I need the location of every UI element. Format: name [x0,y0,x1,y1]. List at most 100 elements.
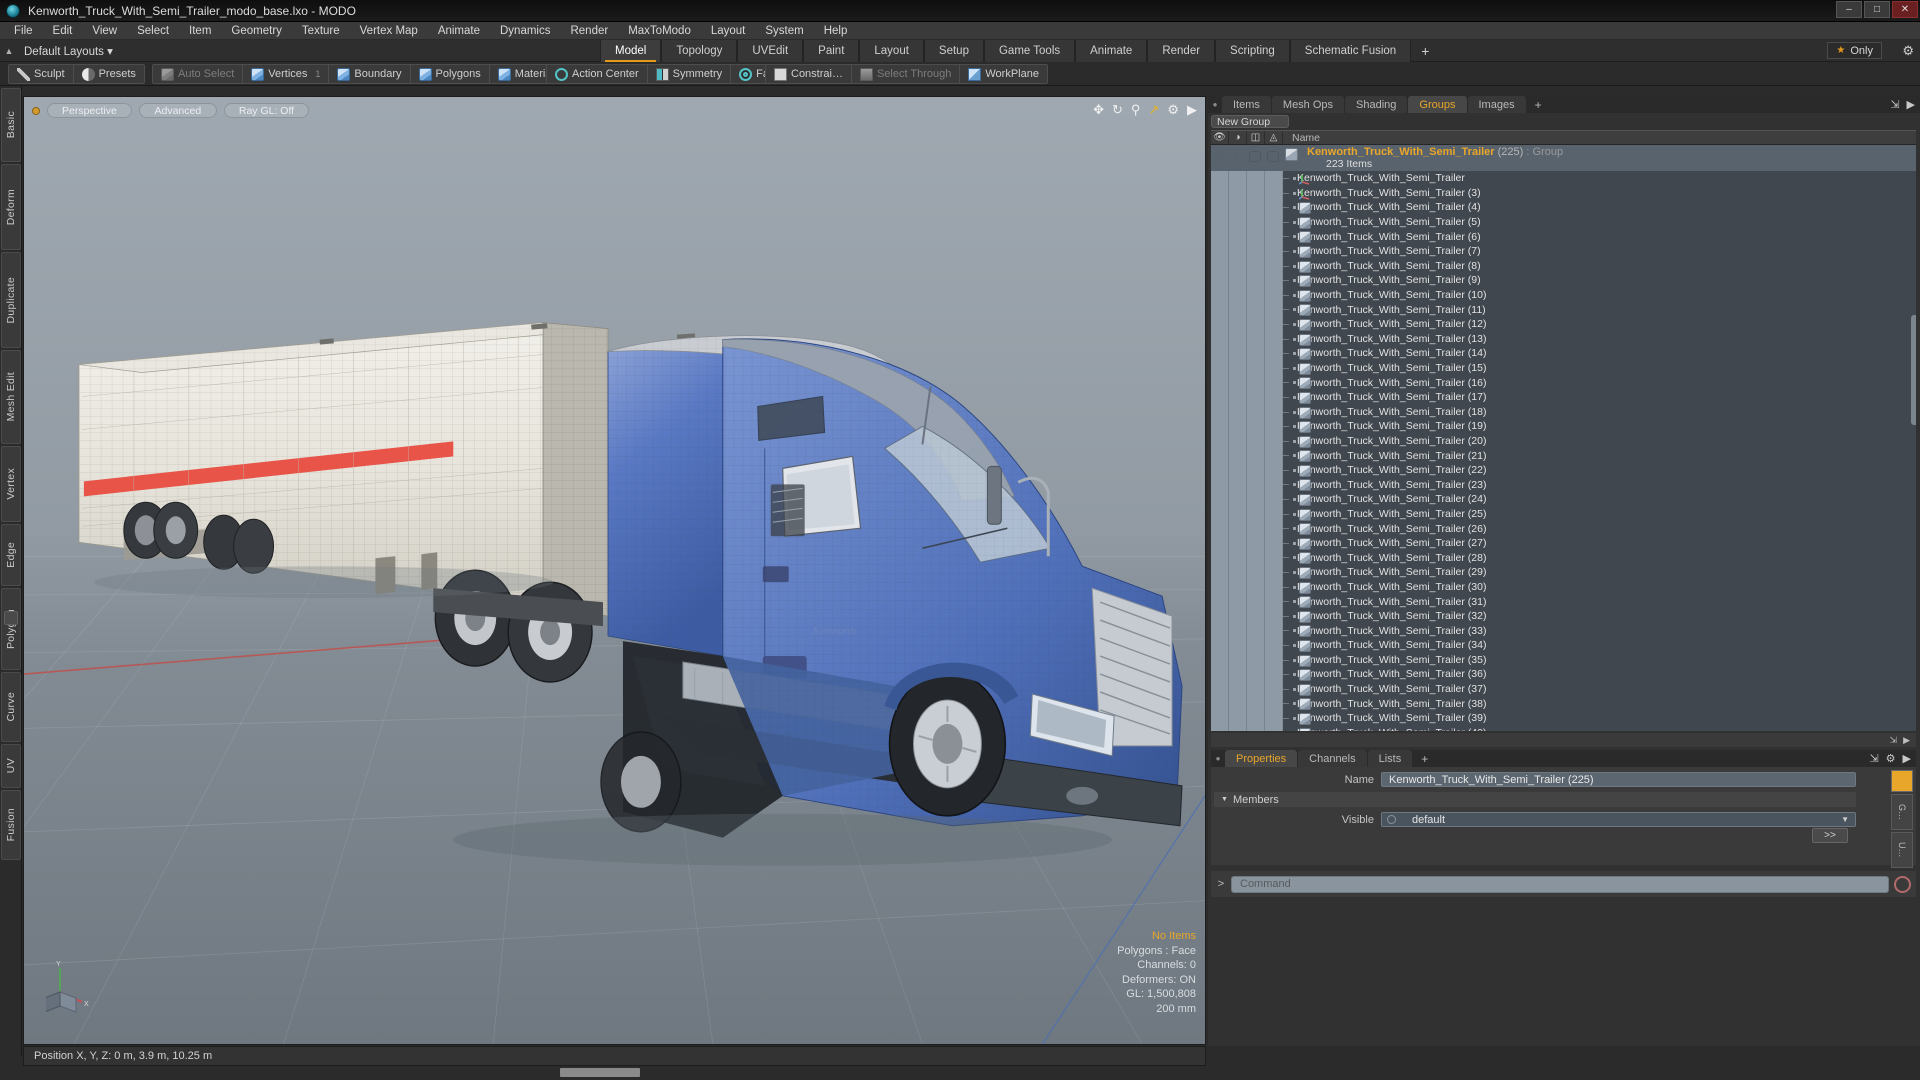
tree-item-row[interactable]: Kenworth_Truck_With_Semi_Trailer (8) [1211,259,1916,274]
presets-button[interactable]: Presets [73,65,144,83]
tree-item-row[interactable]: Kenworth_Truck_With_Semi_Trailer (20) [1211,434,1916,449]
eye-icon[interactable]: 👁 [1211,131,1229,144]
tab-animate[interactable]: Animate [1075,40,1148,62]
menu-item-texture[interactable]: Texture [292,22,350,40]
tree-item-row[interactable]: Kenworth_Truck_With_Semi_Trailer (37) [1211,682,1916,697]
tab-shading[interactable]: Shading [1345,96,1408,113]
tree-item-row[interactable]: Kenworth_Truck_With_Semi_Trailer (15) [1211,361,1916,376]
tab-items[interactable]: Items [1222,96,1271,113]
cube-shade-toggle[interactable] [1267,151,1279,162]
tree-item-row[interactable]: Kenworth_Truck_With_Semi_Trailer (25) [1211,507,1916,522]
left-tab-basic[interactable]: Basic [1,88,21,162]
menu-item-render[interactable]: Render [560,22,618,40]
gear-icon[interactable]: ⚙ [1902,43,1914,59]
menu-item-item[interactable]: Item [179,22,221,40]
render-icon[interactable]: ◑ [1233,151,1239,162]
add-panel-tab-button[interactable]: + [1527,96,1550,113]
symmetry-button[interactable]: Symmetry [647,65,732,83]
tree-group-row[interactable]: 👁 ◑ Kenworth_Truck_With_Semi_Trailer (22… [1211,145,1916,171]
left-tab-handle[interactable] [4,611,18,625]
polygons-button[interactable]: Polygons [410,65,490,83]
workplane-button[interactable]: WorkPlane [960,65,1047,83]
action-center-button[interactable]: Action Center [547,65,648,83]
tree-item-row[interactable]: Kenworth_Truck_With_Semi_Trailer (30) [1211,580,1916,595]
vertices-button[interactable]: Vertices 1 [243,65,330,83]
tree-item-row[interactable]: Kenworth_Truck_With_Semi_Trailer (10) [1211,288,1916,303]
left-tab-duplicate[interactable]: Duplicate [1,252,21,348]
left-tab-edge[interactable]: Edge [1,524,21,586]
left-tab-uv[interactable]: UV [1,744,21,788]
tree-item-row[interactable]: Kenworth_Truck_With_Semi_Trailer (19) [1211,419,1916,434]
maximize-button[interactable]: □ [1864,1,1890,18]
tree-item-row[interactable]: Kenworth_Truck_With_Semi_Trailer (4) [1211,200,1916,215]
menu-item-animate[interactable]: Animate [428,22,490,40]
side-tab-u[interactable]: U… [1891,832,1913,868]
arrow-right-icon[interactable]: ▶ [1903,735,1910,746]
tab-schematic-fusion[interactable]: Schematic Fusion [1289,40,1412,62]
tree-item-row[interactable]: Kenworth_Truck_With_Semi_Trailer (39) [1211,711,1916,726]
arrow-right-icon[interactable]: ▶ [1903,752,1911,765]
cube-wire-icon[interactable]: ◫ [1247,131,1265,144]
tree-item-row[interactable]: Kenworth_Truck_With_Semi_Trailer (22) [1211,463,1916,478]
menu-item-system[interactable]: System [755,22,813,40]
tree-item-row[interactable]: Kenworth_Truck_With_Semi_Trailer (14) [1211,346,1916,361]
group-color-swatch[interactable] [1891,770,1913,792]
tab-lists[interactable]: Lists [1367,750,1413,767]
viewport-perspective-button[interactable]: Perspective [47,103,132,118]
zoom-icon[interactable]: ⚲ [1131,102,1141,118]
left-tab-polygon[interactable]: Polygon [1,588,21,670]
tree-item-row[interactable]: Kenworth_Truck_With_Semi_Trailer (12) [1211,317,1916,332]
cube-shade-icon[interactable]: ◬ [1265,131,1283,144]
tree-item-row[interactable]: Kenworth_Truck_With_Semi_Trailer (27) [1211,536,1916,551]
tab-scripting[interactable]: Scripting [1215,40,1290,62]
name-field[interactable]: Kenworth_Truck_With_Semi_Trailer (225) [1381,772,1856,787]
viewport-advanced-button[interactable]: Advanced [138,103,217,118]
cube-wire-toggle[interactable] [1249,151,1261,162]
close-button[interactable]: ✕ [1892,1,1918,18]
tree-item-row[interactable]: Kenworth_Truck_With_Semi_Trailer (24) [1211,492,1916,507]
tree-item-row[interactable]: Kenworth_Truck_With_Semi_Trailer (31) [1211,594,1916,609]
tree-item-row[interactable]: Kenworth_Truck_With_Semi_Trailer (17) [1211,390,1916,405]
item-tree[interactable]: 👁 ◑ Kenworth_Truck_With_Semi_Trailer (22… [1211,145,1916,731]
tree-item-row[interactable]: Kenworth_Truck_With_Semi_Trailer (3) [1211,186,1916,201]
tab-layout[interactable]: Layout [859,40,924,62]
tree-item-row[interactable]: Kenworth_Truck_With_Semi_Trailer (36) [1211,667,1916,682]
select-through-button[interactable]: Select Through [851,65,961,83]
default-layouts-dropdown[interactable]: Default Layouts ▾ [18,44,113,58]
tree-item-row[interactable]: Kenworth_Truck_With_Semi_Trailer (7) [1211,244,1916,259]
add-properties-tab-button[interactable]: + [1413,750,1436,767]
tab-channels[interactable]: Channels [1298,750,1367,767]
visible-dropdown[interactable]: default ▼ [1381,812,1856,827]
menu-item-edit[interactable]: Edit [43,22,83,40]
tab-uvedit[interactable]: UVEdit [737,40,804,62]
menu-item-dynamics[interactable]: Dynamics [490,22,560,40]
tree-item-row[interactable]: Kenworth_Truck_With_Semi_Trailer (38) [1211,696,1916,711]
tree-item-row[interactable]: Kenworth_Truck_With_Semi_Trailer (21) [1211,448,1916,463]
tree-item-row[interactable]: Kenworth_Truck_With_Semi_Trailer (11) [1211,302,1916,317]
tree-item-row[interactable]: Kenworth_Truck_With_Semi_Trailer (5) [1211,215,1916,230]
command-input[interactable]: Command [1231,875,1889,893]
only-toggle[interactable]: ★ Only [1827,42,1882,59]
new-group-button[interactable]: New Group [1211,115,1289,128]
left-tab-vertex[interactable]: Vertex [1,446,21,522]
left-tab-curve[interactable]: Curve [1,672,21,742]
tree-item-row[interactable]: Kenworth_Truck_With_Semi_Trailer (16) [1211,375,1916,390]
tab-setup[interactable]: Setup [923,40,984,62]
menu-item-layout[interactable]: Layout [701,22,756,40]
tree-item-row[interactable]: Kenworth_Truck_With_Semi_Trailer (6) [1211,229,1916,244]
eye-icon[interactable]: 👁 [1214,151,1227,162]
fit-icon[interactable]: ↗ [1148,102,1159,118]
expand-icon[interactable]: ⇲ [1890,98,1899,111]
collapse-icon[interactable]: ▲ [0,46,18,56]
gear-icon[interactable]: ⚙ [1886,752,1896,765]
move-icon[interactable]: ✥ [1093,102,1104,118]
tree-item-row[interactable]: Kenworth_Truck_With_Semi_Trailer (26) [1211,521,1916,536]
arrow-right-icon[interactable]: ▶ [1187,102,1197,118]
gear-icon[interactable]: ⚙ [1167,102,1179,118]
menu-item-file[interactable]: File [4,22,43,40]
members-section-header[interactable]: ▼ Members [1214,792,1856,807]
left-tab-fusion[interactable]: Fusion [1,790,21,860]
render-icon[interactable]: ◑ [1229,131,1247,144]
tree-item-row[interactable]: Kenworth_Truck_With_Semi_Trailer (28) [1211,550,1916,565]
tree-item-row[interactable]: Kenworth_Truck_With_Semi_Trailer (40) [1211,726,1916,731]
